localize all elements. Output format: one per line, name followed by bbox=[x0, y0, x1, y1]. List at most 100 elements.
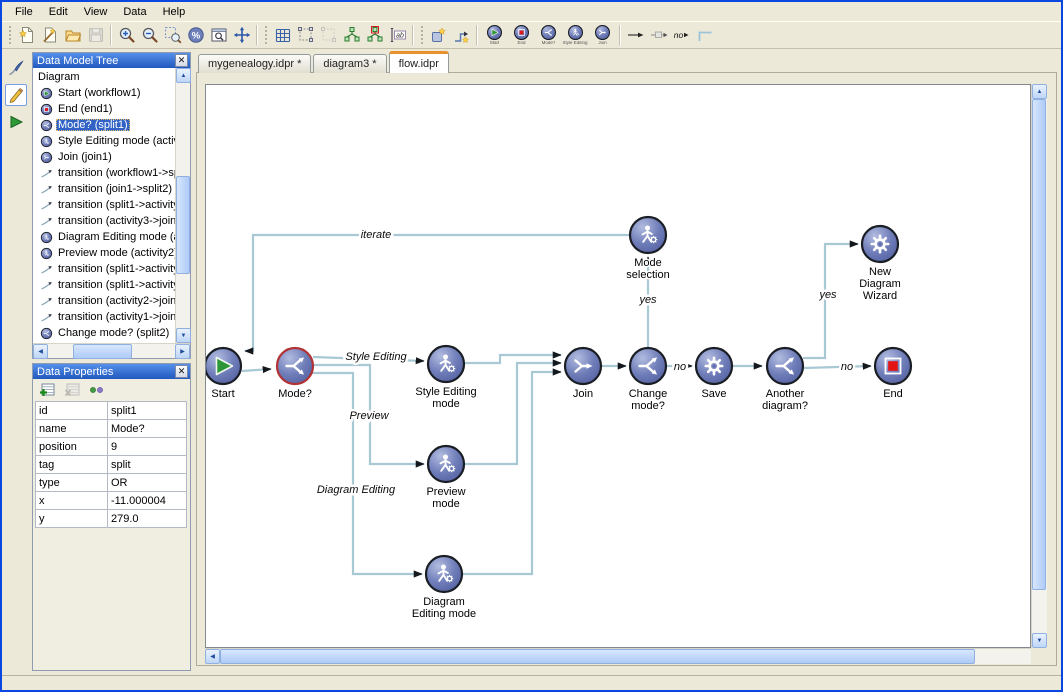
canvas-hscrollbar[interactable]: ◀ ▶ bbox=[205, 648, 1047, 664]
new-transition-icon[interactable] bbox=[450, 23, 473, 47]
diagram-node-join[interactable]: Join bbox=[565, 348, 601, 400]
edge-iterate[interactable] bbox=[245, 235, 629, 351]
arrow-plain-icon[interactable] bbox=[624, 23, 647, 47]
arrow-no-icon[interactable]: no bbox=[670, 23, 693, 47]
marquee-icon[interactable] bbox=[294, 23, 317, 47]
indicator-dots-icon[interactable] bbox=[88, 381, 106, 399]
tree-item[interactable]: Diagram Editing mode (ac bbox=[33, 229, 175, 245]
property-value[interactable]: split bbox=[108, 456, 187, 474]
tree-item[interactable]: Preview mode (activity2) bbox=[33, 245, 175, 261]
zoom-in-icon[interactable] bbox=[115, 23, 138, 47]
property-value[interactable]: Mode? bbox=[108, 420, 187, 438]
scroll-down-icon[interactable]: ▼ bbox=[1032, 633, 1047, 648]
palette-split-button[interactable]: Mode? bbox=[535, 22, 562, 48]
palette-activity-button[interactable]: Style Editing mode bbox=[562, 22, 589, 48]
menu-view[interactable]: View bbox=[76, 4, 116, 20]
palette-join-button[interactable]: Join bbox=[589, 22, 616, 48]
edge-preview-to-join[interactable] bbox=[465, 363, 561, 464]
edge-style-to-join[interactable] bbox=[464, 355, 561, 363]
tree-item[interactable]: transition (activity1->join bbox=[33, 309, 175, 325]
tab-flow-idpr[interactable]: flow.idpr bbox=[389, 51, 449, 73]
tree-panel-close-icon[interactable]: ✕ bbox=[175, 54, 188, 67]
props-panel-close-icon[interactable]: ✕ bbox=[175, 365, 188, 378]
property-value[interactable]: split1 bbox=[108, 402, 187, 420]
diagram-node-style-editing-mode[interactable]: Style Editingmode bbox=[415, 346, 476, 410]
palette-start-button[interactable]: Start bbox=[481, 22, 508, 48]
tree-item[interactable]: transition (activity2->join bbox=[33, 293, 175, 309]
grid-icon[interactable] bbox=[271, 23, 294, 47]
tree-vscroll-track[interactable] bbox=[176, 83, 190, 328]
tree-item[interactable]: Style Editing mode (activi bbox=[33, 133, 175, 149]
wand-file-icon[interactable] bbox=[38, 23, 61, 47]
run-tool-button[interactable] bbox=[5, 111, 27, 133]
tree-layout-icon[interactable] bbox=[340, 23, 363, 47]
tree-item[interactable]: transition (join1->split2) bbox=[33, 181, 175, 197]
tab-diagram3[interactable]: diagram3 * bbox=[313, 54, 386, 73]
diagram-canvas[interactable]: iterateStyle EditingPreviewDiagram Editi… bbox=[205, 84, 1031, 648]
label-edit-icon[interactable]: ab bbox=[386, 23, 409, 47]
menu-data[interactable]: Data bbox=[115, 4, 154, 20]
tree-item[interactable]: transition (split1->activity bbox=[33, 261, 175, 277]
pan-icon[interactable] bbox=[230, 23, 253, 47]
zoom-region-icon[interactable] bbox=[161, 23, 184, 47]
connector-angle-icon[interactable] bbox=[693, 23, 716, 47]
tree-item[interactable]: transition (activity3->join bbox=[33, 213, 175, 229]
scroll-up-icon[interactable]: ▲ bbox=[176, 68, 191, 83]
edge-diagram-editing-to-join[interactable] bbox=[463, 372, 561, 574]
menu-help[interactable]: Help bbox=[155, 4, 194, 20]
tree-item[interactable]: transition (split1->activity bbox=[33, 277, 175, 293]
tree-item[interactable]: Diagram bbox=[33, 69, 175, 85]
diagram-node-end[interactable]: End bbox=[875, 348, 911, 400]
diagram-node-mode[interactable]: Mode? bbox=[277, 348, 313, 400]
canvas-hscroll-track[interactable] bbox=[220, 649, 1032, 664]
tree-vscroll-thumb[interactable] bbox=[176, 176, 190, 274]
menu-edit[interactable]: Edit bbox=[41, 4, 76, 20]
tree-item[interactable]: Mode? (split1) bbox=[33, 117, 175, 133]
canvas-vscroll-track[interactable] bbox=[1032, 99, 1047, 633]
tree-hscroll-thumb[interactable] bbox=[73, 344, 131, 359]
canvas-vscrollbar[interactable]: ▲ ▼ bbox=[1031, 84, 1047, 648]
brush-tool-button[interactable] bbox=[5, 57, 27, 79]
tab-mygenealogy-idpr[interactable]: mygenealogy.idpr * bbox=[198, 54, 311, 73]
open-folder-icon[interactable] bbox=[61, 23, 84, 47]
property-value[interactable]: 9 bbox=[108, 438, 187, 456]
palette-end-button[interactable]: End bbox=[508, 22, 535, 48]
zoom-percent-icon[interactable]: % bbox=[184, 23, 207, 47]
scroll-up-icon[interactable]: ▲ bbox=[1032, 84, 1047, 99]
tree-hscroll-track[interactable] bbox=[48, 344, 175, 358]
scroll-left-icon[interactable]: ◀ bbox=[33, 344, 48, 359]
diagram-node-save[interactable]: Save bbox=[696, 348, 732, 400]
tree-hscrollbar[interactable]: ◀ ▶ bbox=[33, 343, 190, 358]
scroll-down-icon[interactable]: ▼ bbox=[176, 328, 191, 343]
diagram-node-new-diagram-wizard[interactable]: NewDiagramWizard bbox=[859, 226, 901, 302]
diagram-node-another-diagram[interactable]: Anotherdiagram? bbox=[762, 348, 808, 412]
tree-layout-boxed-icon[interactable] bbox=[363, 23, 386, 47]
menu-file[interactable]: File bbox=[7, 4, 41, 20]
new-node-icon[interactable] bbox=[427, 23, 450, 47]
canvas-hscroll-thumb[interactable] bbox=[220, 649, 975, 664]
tree-item[interactable]: transition (split1->activity bbox=[33, 197, 175, 213]
arrow-labeled-icon[interactable] bbox=[647, 23, 670, 47]
diagram-node-mode-selection[interactable]: Modeselection bbox=[626, 217, 669, 281]
zoom-out-icon[interactable] bbox=[138, 23, 161, 47]
preview-window-icon[interactable] bbox=[207, 23, 230, 47]
property-value[interactable]: -11.000004 bbox=[108, 492, 187, 510]
tree-item[interactable]: transition (workflow1->sp bbox=[33, 165, 175, 181]
edge-mode-to-diagram-editing[interactable] bbox=[310, 373, 422, 574]
diagram-node-preview-mode[interactable]: Previewmode bbox=[426, 446, 465, 510]
pencil-tool-button[interactable] bbox=[5, 84, 27, 106]
edge-another-diagram-to-wizard[interactable] bbox=[803, 244, 858, 358]
tree-item[interactable]: Start (workflow1) bbox=[33, 85, 175, 101]
edge-start-to-mode[interactable] bbox=[242, 369, 271, 371]
property-value[interactable]: 279.0 bbox=[108, 510, 187, 528]
scroll-left-icon[interactable]: ◀ bbox=[205, 649, 220, 664]
new-file-icon[interactable] bbox=[15, 23, 38, 47]
canvas-vscroll-thumb[interactable] bbox=[1032, 99, 1046, 590]
tree-item[interactable]: Join (join1) bbox=[33, 149, 175, 165]
diagram-node-start[interactable]: Start bbox=[206, 348, 241, 400]
edge-another-diagram-to-end[interactable] bbox=[804, 366, 871, 368]
tree-item[interactable]: End (end1) bbox=[33, 101, 175, 117]
tree-vscrollbar[interactable]: ▲ ▼ bbox=[175, 68, 190, 343]
tree-item[interactable]: Change mode? (split2) bbox=[33, 325, 175, 341]
property-value[interactable]: OR bbox=[108, 474, 187, 492]
